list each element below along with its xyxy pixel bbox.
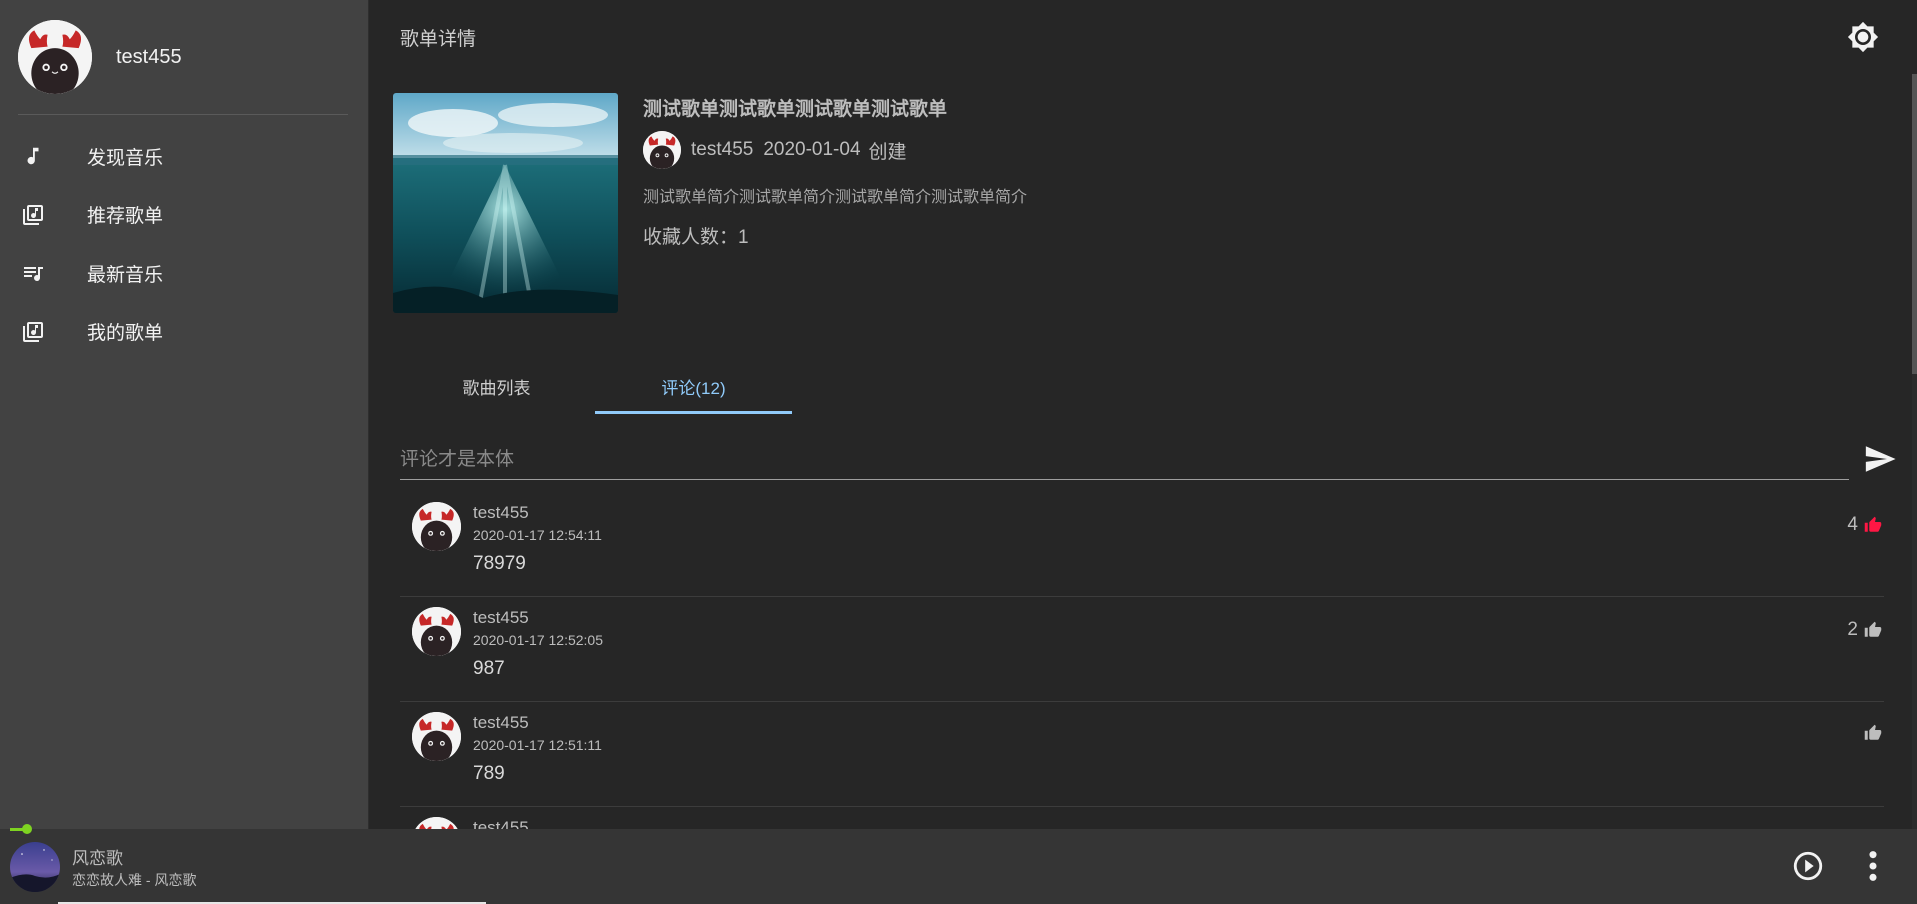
queue-music-icon [20,260,46,286]
comment-avatar[interactable] [412,712,461,761]
tab-song-list[interactable]: 歌曲列表 [398,369,595,414]
album-cover-image [10,842,60,892]
song-artist: 恋恋故人难 - 风恋歌 [72,872,197,888]
thumb-up-icon [1864,516,1882,532]
cat-avatar-icon [412,607,461,656]
like-button[interactable] [1858,724,1882,742]
like-count: 4 [1847,514,1858,535]
comment-time: 2020-01-17 12:51:11 [473,737,602,753]
sidebar-item-label: 最新音乐 [87,264,164,286]
comment-username[interactable]: test455 [473,818,529,829]
cat-avatar-icon [643,131,681,169]
comment-username[interactable]: test455 [473,503,602,523]
comment-body: test455 2020-01-17 12:54:11 78979 [473,502,602,596]
favorites-label: 收藏人数： [643,227,739,248]
comment-input[interactable] [400,443,1849,480]
comment-avatar[interactable] [412,817,461,829]
sidebar-item-label: 发现音乐 [87,147,164,169]
cat-avatar-icon [412,817,461,829]
sidebar-item-recommended[interactable]: 推荐歌单 [0,186,368,245]
play-circle-icon[interactable] [1791,849,1825,883]
comment-avatar[interactable] [412,607,461,656]
player-bar: 风恋歌 恋恋故人难 - 风恋歌 [0,824,1917,904]
comment-list: test455 2020-01-17 12:54:11 78979 4 test… [400,492,1884,829]
comment-username[interactable]: test455 [473,713,602,733]
page-title: 歌单详情 [400,28,477,50]
comment-composer [400,442,1897,480]
main-scrollbar[interactable] [1912,74,1917,829]
sidebar-item-new-music[interactable]: 最新音乐 [0,244,368,303]
send-icon[interactable] [1863,442,1897,476]
playlist-title: 测试歌单测试歌单测试歌单测试歌单 [643,99,948,120]
like-button[interactable]: 4 [1847,514,1882,536]
playlist-detail: 测试歌单测试歌单测试歌单测试歌单 test455 2020-01-04 创建 测… [370,93,1917,313]
creator-name[interactable]: test455 [691,139,753,161]
user-profile[interactable]: test455 [0,0,368,114]
user-avatar[interactable] [18,20,92,94]
sidebar-nav: 发现音乐 推荐歌单 最新音乐 我的歌单 [0,115,368,361]
sidebar-item-label: 我的歌单 [87,323,164,345]
more-vertical-icon[interactable] [1862,849,1884,883]
sidebar-item-discover[interactable]: 发现音乐 [0,127,368,186]
like-button[interactable]: 2 [1847,619,1882,641]
favorites-value: 1 [738,227,749,248]
main-content: 歌单详情 测试歌单测试歌单测试歌单测试歌单 test455 2020-01-04… [370,0,1917,829]
cat-avatar-icon [18,20,92,94]
playlist-info: 测试歌单测试歌单测试歌单测试歌单 test455 2020-01-04 创建 测… [643,93,1027,313]
created-label: 创建 [868,141,907,163]
comment-time: 2020-01-17 12:54:11 [473,527,602,543]
sidebar-item-label: 推荐歌单 [87,206,164,228]
comment-body: test455 [473,817,529,829]
top-bar: 歌单详情 [370,0,1917,74]
sidebar: test455 发现音乐 推荐歌单 最新音乐 我的歌单 [0,0,369,829]
progress-handle[interactable] [22,824,32,834]
comment-item: test455 2020-01-17 12:54:11 78979 4 [400,492,1884,597]
playlist-creator: test455 2020-01-04 创建 [643,131,1027,169]
album-art[interactable] [10,842,60,892]
comment-text: 789 [473,763,505,784]
music-note-icon [20,143,46,169]
comment-body: test455 2020-01-17 12:51:11 789 [473,712,602,806]
favorites-count: 收藏人数：1 [643,222,1027,249]
cat-avatar-icon [412,712,461,761]
comment-text: 987 [473,658,505,679]
sidebar-item-my-playlists[interactable]: 我的歌单 [0,303,368,362]
ocean-cover-image [393,93,618,313]
comment-text: 78979 [473,553,526,574]
scrollbar-thumb[interactable] [1912,74,1917,374]
thumb-up-icon [1864,621,1882,637]
playlist-library-icon [20,319,46,345]
brightness-icon[interactable] [1847,21,1879,53]
tab-comments[interactable]: 评论(12) [595,369,792,414]
comment-time: 2020-01-17 12:52:05 [473,632,603,648]
created-date: 2020-01-04 [763,139,861,160]
comment-avatar[interactable] [412,502,461,551]
comment-body: test455 2020-01-17 12:52:05 987 [473,607,603,701]
like-count: 2 [1847,619,1858,640]
detail-tabs: 歌曲列表 评论(12) [398,369,1917,414]
comment-item: test455 2020-01-17 12:51:11 789 [400,702,1884,807]
comment-item: test455 [400,807,1884,829]
thumb-up-icon [1864,724,1882,740]
comment-username[interactable]: test455 [473,608,603,628]
playlist-library-icon [20,202,46,228]
comment-item: test455 2020-01-17 12:52:05 987 2 [400,597,1884,702]
creator-avatar[interactable] [643,131,681,169]
cat-avatar-icon [412,502,461,551]
playlist-description: 测试歌单简介测试歌单简介测试歌单简介测试歌单简介 [643,189,1028,206]
song-title: 风恋歌 [72,849,123,868]
playlist-cover [393,93,618,313]
username: test455 [116,45,182,68]
